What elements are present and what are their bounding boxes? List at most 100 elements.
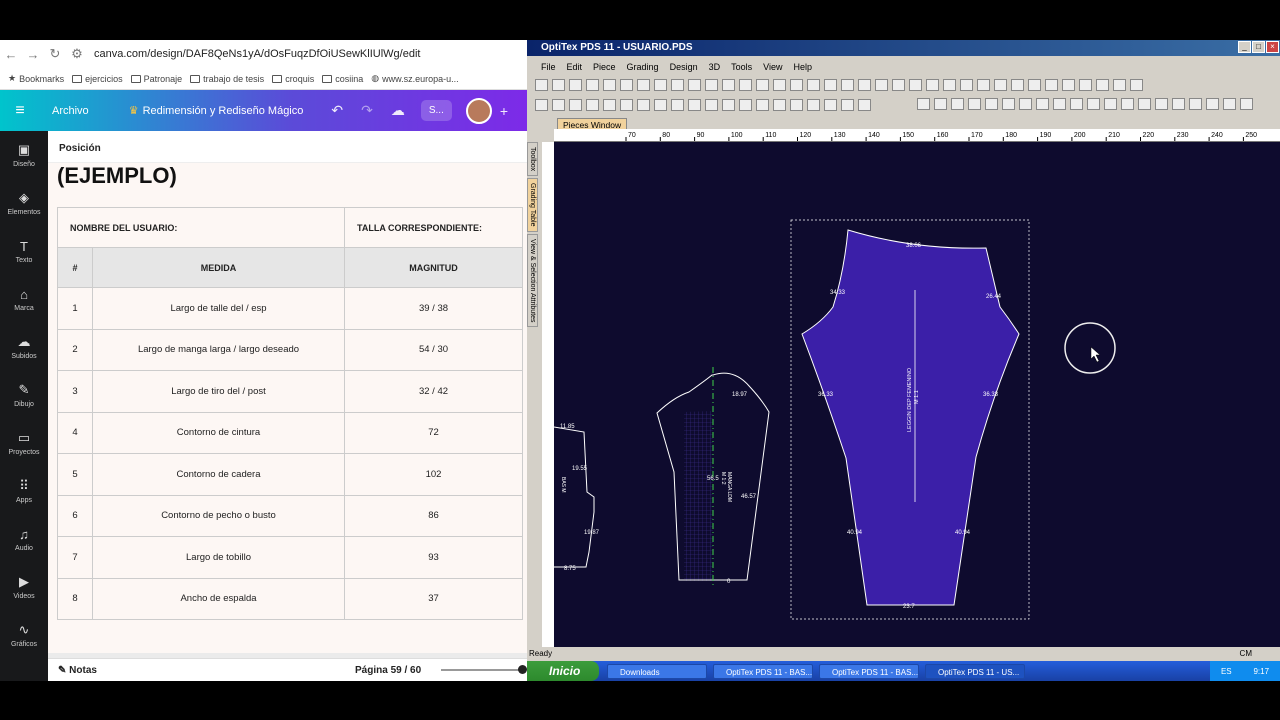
tool-icon[interactable] xyxy=(739,79,752,91)
tool-icon[interactable] xyxy=(807,99,820,111)
tool-icon[interactable] xyxy=(790,99,803,111)
bookmark-cosiina[interactable]: cosiina xyxy=(322,74,363,84)
tool-icon[interactable] xyxy=(1045,79,1058,91)
tool-icon[interactable] xyxy=(824,79,837,91)
tool-icon[interactable] xyxy=(807,79,820,91)
sidebar-item-diseño[interactable]: ▣ Diseño xyxy=(0,131,48,179)
tool-icon[interactable] xyxy=(535,79,548,91)
sidebar-item-gráficos[interactable]: ∿ Gráficos xyxy=(0,611,48,659)
tool-icon[interactable] xyxy=(1172,98,1185,110)
taskbar-item-optitex-3[interactable]: OptiTex PDS 11 - US... xyxy=(925,663,1025,679)
tool-icon[interactable] xyxy=(637,79,650,91)
tool-icon[interactable] xyxy=(1036,98,1049,110)
tool-icon[interactable] xyxy=(858,99,871,111)
tool-icon[interactable] xyxy=(603,79,616,91)
site-settings-icon[interactable]: ⚙ xyxy=(66,46,88,62)
sidebar-item-marca[interactable]: ⌂ Marca xyxy=(0,275,48,323)
tool-icon[interactable] xyxy=(552,79,565,91)
tool-icon[interactable] xyxy=(688,99,701,111)
tool-icon[interactable] xyxy=(951,98,964,110)
tool-icon[interactable] xyxy=(1104,98,1117,110)
menu-grading[interactable]: Grading xyxy=(627,62,659,72)
tool-icon[interactable] xyxy=(1062,79,1075,91)
tool-icon[interactable] xyxy=(1206,98,1219,110)
notes-button[interactable]: ✎ Notas xyxy=(58,665,97,676)
tool-icon[interactable] xyxy=(1223,98,1236,110)
tool-icon[interactable] xyxy=(1189,98,1202,110)
sidebar-item-apps[interactable]: ⠿ Apps xyxy=(0,467,48,515)
forward-icon[interactable]: → xyxy=(22,47,44,62)
tool-icon[interactable] xyxy=(985,98,998,110)
menu-edit[interactable]: Edit xyxy=(567,62,583,72)
tool-icon[interactable] xyxy=(943,79,956,91)
grading-table-tab[interactable]: Grading Table xyxy=(527,178,538,232)
tool-icon[interactable] xyxy=(968,98,981,110)
tool-icon[interactable] xyxy=(1019,98,1032,110)
tool-icon[interactable] xyxy=(892,79,905,91)
tool-icon[interactable] xyxy=(637,99,650,111)
cloud-save-icon[interactable]: ☁ xyxy=(391,102,405,119)
reload-icon[interactable]: ↻ xyxy=(44,46,66,62)
sidebar-item-videos[interactable]: ▶ Videos xyxy=(0,563,48,611)
tool-icon[interactable] xyxy=(569,99,582,111)
attributes-tab[interactable]: View & Selection Attributes xyxy=(527,233,538,328)
sidebar-item-texto[interactable]: T Texto xyxy=(0,227,48,275)
tool-icon[interactable] xyxy=(1113,79,1126,91)
bookmark-patronaje[interactable]: Patronaje xyxy=(130,74,182,84)
tool-icon[interactable] xyxy=(1070,98,1083,110)
small-pattern-piece[interactable] xyxy=(554,426,595,568)
document-page[interactable]: (EJEMPLO) NOMBRE DEL USUARIO: TALLA CORR… xyxy=(48,163,527,653)
redo-icon[interactable]: ↷ xyxy=(361,102,373,119)
share-button[interactable]: S... xyxy=(420,100,452,121)
magic-resize-button[interactable]: ♛ Redimensión y Rediseño Mágico xyxy=(129,104,304,118)
menu-icon[interactable]: ≡ xyxy=(0,102,40,120)
menu-piece[interactable]: Piece xyxy=(593,62,616,72)
tool-icon[interactable] xyxy=(1121,98,1134,110)
tool-icon[interactable] xyxy=(552,99,565,111)
tool-icon[interactable] xyxy=(1240,98,1253,110)
sidebar-item-dibujo[interactable]: ✎ Dibujo xyxy=(0,371,48,419)
menu-view[interactable]: View xyxy=(763,62,782,72)
tool-icon[interactable] xyxy=(1002,98,1015,110)
tool-icon[interactable] xyxy=(739,99,752,111)
tool-icon[interactable] xyxy=(722,99,735,111)
minimize-icon[interactable]: _ xyxy=(1238,41,1251,53)
tool-icon[interactable] xyxy=(875,79,888,91)
close-icon[interactable]: × xyxy=(1266,41,1279,53)
units-indicator[interactable]: CM xyxy=(1240,649,1252,658)
tool-icon[interactable] xyxy=(569,79,582,91)
language-indicator[interactable]: ES xyxy=(1221,667,1232,676)
drawing-canvas[interactable]: 11.85 19.55 19.87 8.75 BAS M 18.97 56.5 … xyxy=(554,142,1280,647)
tool-icon[interactable] xyxy=(586,99,599,111)
archivo-menu[interactable]: Archivo xyxy=(52,105,89,117)
tool-icon[interactable] xyxy=(790,79,803,91)
tool-icon[interactable] xyxy=(960,79,973,91)
tool-icon[interactable] xyxy=(773,99,786,111)
toolbox-tab[interactable]: Toolbox xyxy=(527,142,538,177)
tool-icon[interactable] xyxy=(1087,98,1100,110)
menu-tools[interactable]: Tools xyxy=(731,62,752,72)
tool-icon[interactable] xyxy=(1138,98,1151,110)
tool-icon[interactable] xyxy=(603,99,616,111)
tool-icon[interactable] xyxy=(705,79,718,91)
tool-icon[interactable] xyxy=(756,99,769,111)
tool-icon[interactable] xyxy=(841,79,854,91)
undo-icon[interactable]: ↶ xyxy=(331,102,343,119)
tool-icon[interactable] xyxy=(1053,98,1066,110)
sidebar-item-subidos[interactable]: ☁ Subidos xyxy=(0,323,48,371)
bookmark-tesis[interactable]: trabajo de tesis xyxy=(190,74,264,84)
tool-icon[interactable] xyxy=(688,79,701,91)
menu-file[interactable]: File xyxy=(541,62,556,72)
tool-icon[interactable] xyxy=(654,79,667,91)
position-label[interactable]: Posición xyxy=(48,131,527,163)
tool-icon[interactable] xyxy=(620,99,633,111)
tool-icon[interactable] xyxy=(756,79,769,91)
tool-icon[interactable] xyxy=(535,99,548,111)
tool-icon[interactable] xyxy=(858,79,871,91)
tool-icon[interactable] xyxy=(1079,79,1092,91)
page-indicator[interactable]: Página 59 / 60 xyxy=(355,665,421,676)
tool-icon[interactable] xyxy=(841,99,854,111)
menu-3d[interactable]: 3D xyxy=(709,62,721,72)
sidebar-item-proyectos[interactable]: ▭ Proyectos xyxy=(0,419,48,467)
tool-icon[interactable] xyxy=(1096,79,1109,91)
